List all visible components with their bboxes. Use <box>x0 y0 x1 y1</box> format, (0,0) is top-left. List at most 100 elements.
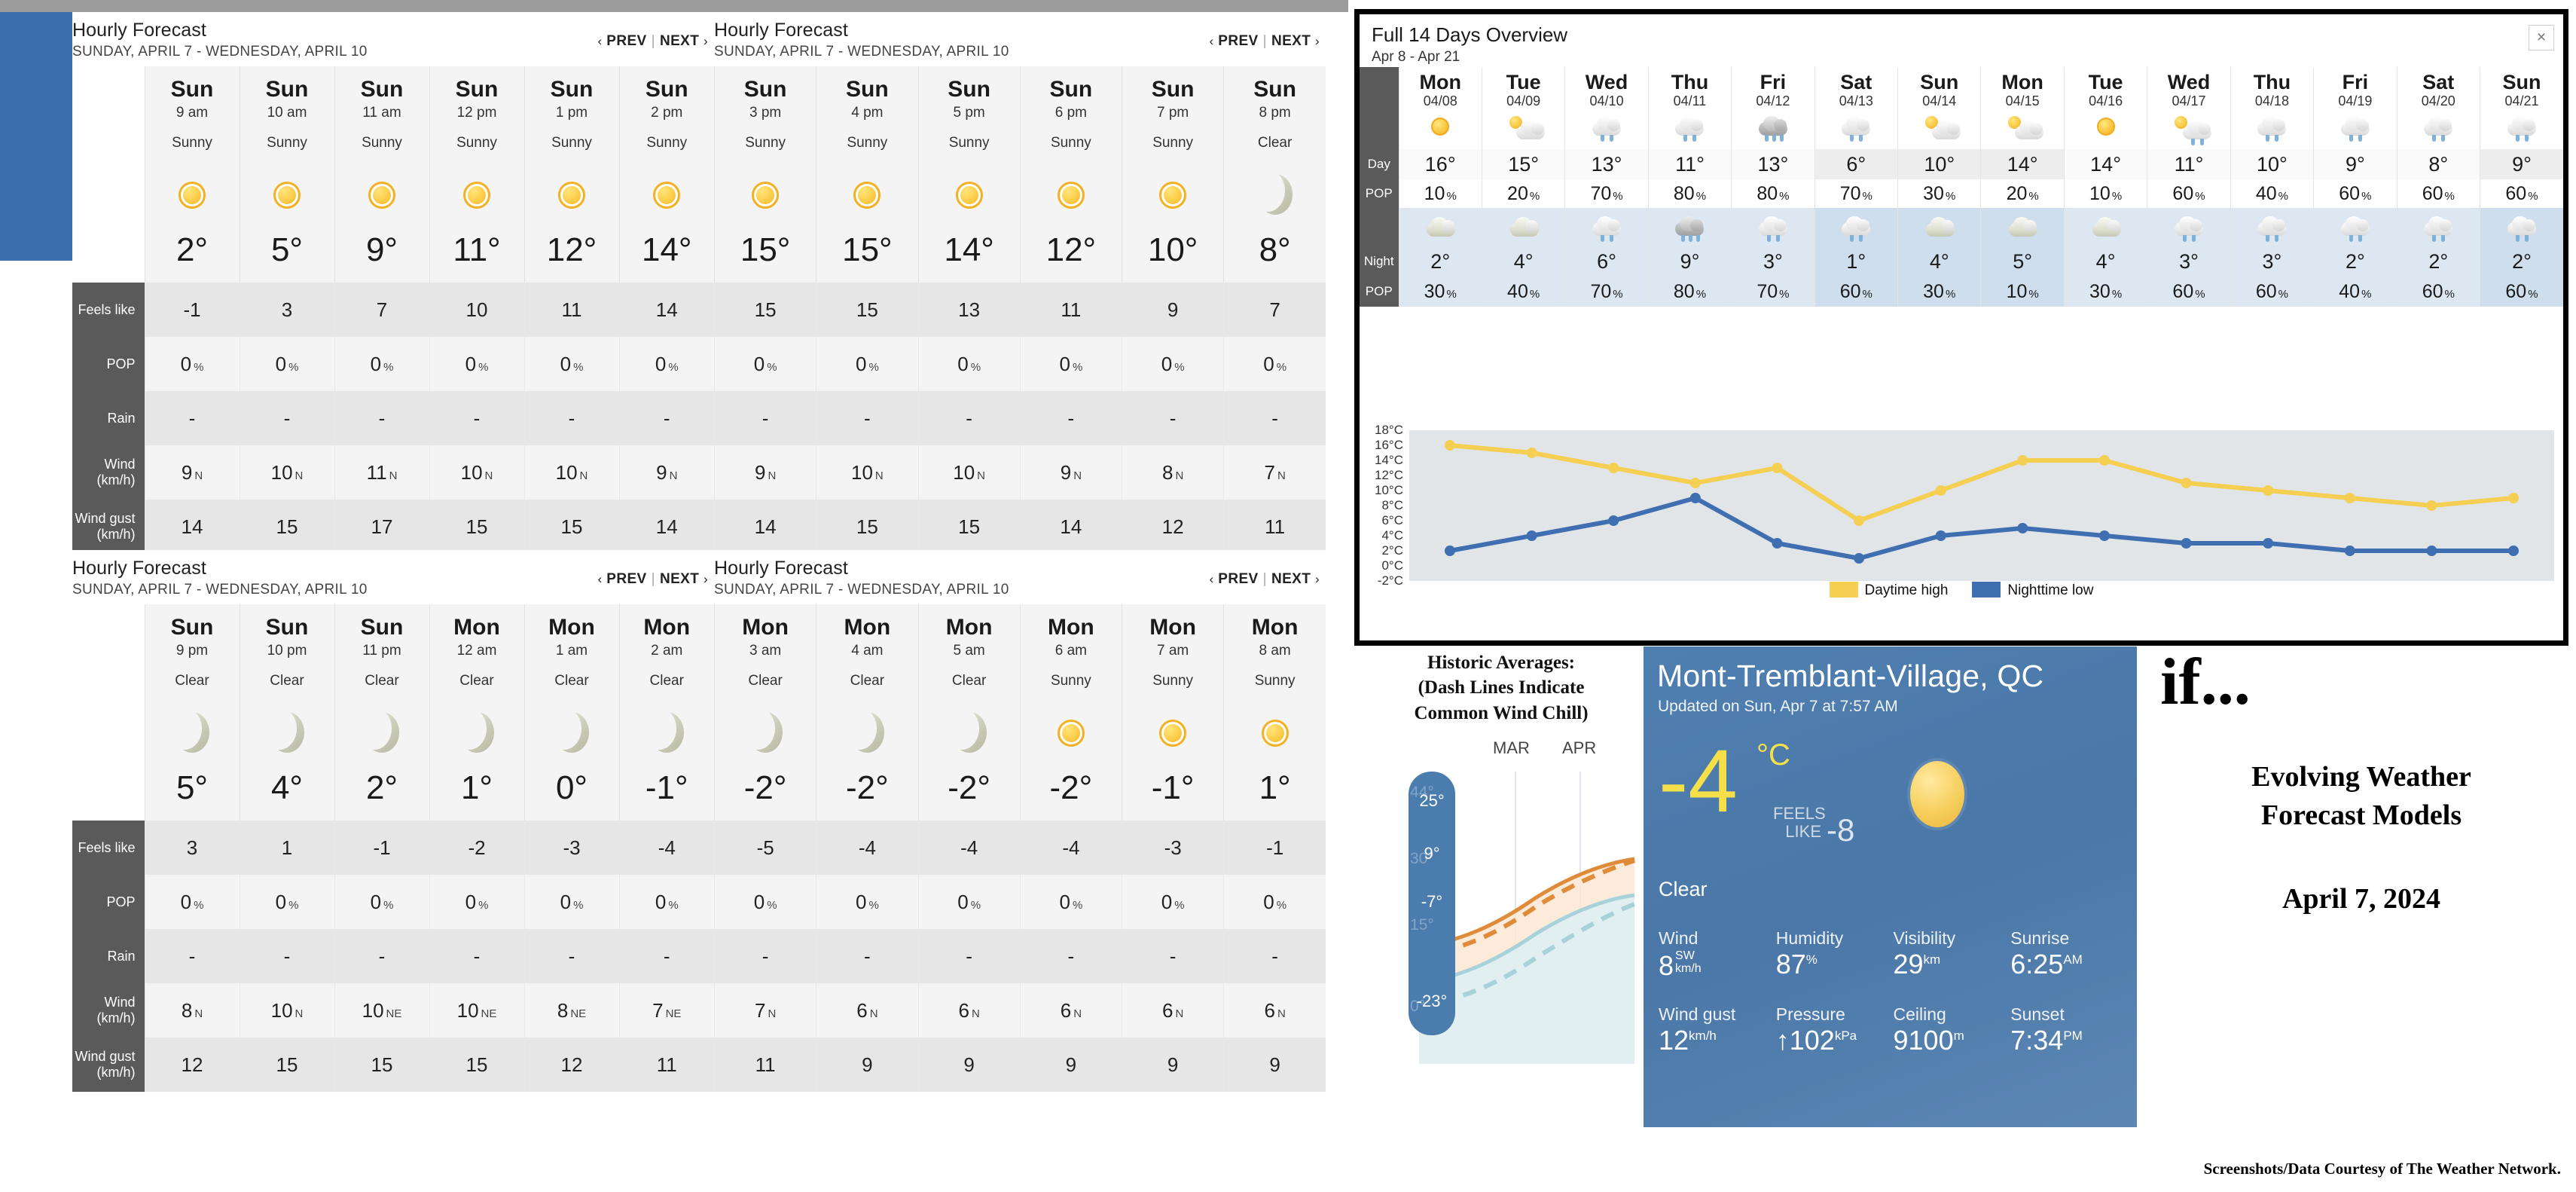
overview-day-of-week: Tue <box>2088 71 2123 93</box>
overview-date: 04/12 <box>1756 93 1790 109</box>
day-of-week: Mon <box>548 615 595 640</box>
row-label-night: Night <box>1360 246 1399 277</box>
next-button[interactable]: NEXT › <box>660 33 708 49</box>
overview-day-of-week: Thu <box>2253 71 2291 93</box>
day-of-week: Mon <box>945 615 993 640</box>
pop-cell: 0% <box>1223 337 1326 391</box>
table-row-wind-gust: Wind gust (km/h) 14 15 17 15 15 14 <box>72 500 714 554</box>
overview-night-temp: 4° <box>2063 246 2147 277</box>
overview-night-temp: 3° <box>1731 246 1815 277</box>
table-row-heading: Mon 3 am Clear Mon 4 am Clear Mon 5 am C… <box>713 604 1326 697</box>
temperature-cell: 8° <box>1223 231 1326 283</box>
legend-swatch <box>1829 582 1858 598</box>
day-of-week: Sun <box>360 615 404 640</box>
overview-day-header: Tue 04/16 <box>2063 67 2147 150</box>
rain-cell: - <box>144 391 240 445</box>
stat-value: 87% <box>1775 949 1818 980</box>
overview-day-temp: 8° <box>2396 149 2480 180</box>
wind-cell: 9N <box>144 445 240 500</box>
temperature-cell: -2° <box>713 769 816 821</box>
table-row-icons <box>72 697 714 769</box>
hourly-forecast-panel-1: Hourly Forecast SUNDAY, APRIL 7 - WEDNES… <box>72 12 714 554</box>
rain-cell: - <box>334 929 429 983</box>
feels-like-cell: -5 <box>713 821 816 875</box>
close-icon[interactable]: × <box>2529 25 2554 50</box>
stat-label: Sunrise <box>2010 928 2070 948</box>
sun-icon <box>946 172 993 219</box>
prev-button[interactable]: ‹ PREV <box>598 33 647 49</box>
prev-button[interactable]: ‹ PREV <box>1210 571 1259 587</box>
overview-day-header: Fri 04/12 <box>1731 67 1815 150</box>
day-of-week: Sun <box>1253 77 1296 102</box>
feels-like-cell: -1 <box>144 283 240 337</box>
chart-point <box>1608 515 1619 526</box>
overview-night-icon-cell <box>2147 208 2231 247</box>
overview-night-temp: 3° <box>2147 246 2231 277</box>
chart-point <box>1854 553 1865 564</box>
temperature-cell: 1° <box>429 769 524 821</box>
table-row-feels-like: Feels like -1 3 7 10 11 14 <box>72 283 714 337</box>
feels-like-cell: 7 <box>1223 283 1326 337</box>
wind-cell: 8N <box>1121 445 1224 500</box>
overview-date: 04/10 <box>1589 93 1624 109</box>
overview-row-header: Mon 04/08 Tue 04/09 Wed 04/10 Thu 04/11 … <box>1360 67 2563 150</box>
rain-cell: - <box>1121 929 1224 983</box>
heavy-rain-icon <box>1753 111 1793 142</box>
overview-date: 04/14 <box>1922 93 1957 109</box>
weather-icon-cell <box>618 697 714 769</box>
hour-column-header: Mon 8 am Sunny <box>1223 604 1326 697</box>
overview-day-header: Thu 04/11 <box>1647 67 1732 150</box>
rain-cell: - <box>523 391 619 445</box>
wind-cell: 10 NE <box>429 983 524 1038</box>
top-gray-strip <box>0 0 1348 12</box>
sun-icon <box>1048 710 1094 756</box>
overview-day-of-week: Tue <box>1506 71 1541 93</box>
overview-night-temp: 9° <box>1647 246 1732 277</box>
wind-cell: 6N <box>816 983 918 1038</box>
overview-day-temp: 10° <box>1897 149 1981 180</box>
sun-shower-icon <box>2169 111 2211 146</box>
weather-icon-cell <box>618 159 714 231</box>
row-label-wind-gust: Wind gust (km/h) <box>72 500 145 554</box>
wind-cell: 6N <box>1019 983 1122 1038</box>
overview-day-of-week: Sun <box>1920 71 1959 93</box>
overview-day-header: Tue 04/09 <box>1481 67 1565 150</box>
prev-button[interactable]: ‹ PREV <box>1210 33 1259 49</box>
sun-icon <box>169 172 215 219</box>
feels-like-cell: -3 <box>523 821 619 875</box>
table-row-temp: -2° -2° -2° -2° -1° 1° <box>713 769 1326 821</box>
overview-day-pop: 20% <box>1980 179 2065 209</box>
chart-svg <box>1445 440 2519 564</box>
overview-night-pop: 30% <box>1398 277 1482 307</box>
next-button[interactable]: NEXT › <box>1271 571 1320 587</box>
stat-unit: km <box>1923 952 1941 967</box>
prev-button[interactable]: ‹ PREV <box>598 571 647 587</box>
rain-icon <box>2252 211 2291 243</box>
next-button[interactable]: NEXT › <box>1271 33 1320 49</box>
temperature-cell: 14° <box>618 231 714 283</box>
temperature-cell: 5° <box>144 769 240 821</box>
stat-label: Wind gust <box>1659 1004 1736 1024</box>
chart-point <box>2263 538 2274 549</box>
overview-title: Full 14 Days Overview <box>1372 23 1568 46</box>
day-of-week: Mon <box>742 615 789 640</box>
overview-date: 04/21 <box>2504 93 2539 109</box>
pop-cell: 0% <box>144 875 240 929</box>
stat-cell: Sunset 7:34PM <box>2007 997 2125 1071</box>
stat-cell: Sunrise 6:25AM <box>2007 921 2125 997</box>
pop-cell: 0% <box>816 875 918 929</box>
moon-icon <box>262 707 307 756</box>
historic-month-labels: MAR APR <box>1354 738 1648 760</box>
chart-point <box>1772 463 1783 473</box>
overview-day-header: Sun 04/21 <box>2479 67 2563 150</box>
stat-unit: PM <box>2063 1028 2083 1043</box>
chart-point <box>1608 463 1619 473</box>
table-row-feels-like: 15 15 13 11 9 7 <box>713 283 1326 337</box>
hour-column-header: Sun 1 pm Sunny <box>523 66 619 159</box>
current-conditions-card: Mont-Tremblant-Village, QC Updated on Su… <box>1644 646 2137 1127</box>
rain-icon <box>2336 111 2375 142</box>
next-button[interactable]: NEXT › <box>660 571 708 587</box>
moon-icon <box>167 707 212 756</box>
weather-icon-cell <box>1019 697 1122 769</box>
sun-icon <box>548 172 595 219</box>
